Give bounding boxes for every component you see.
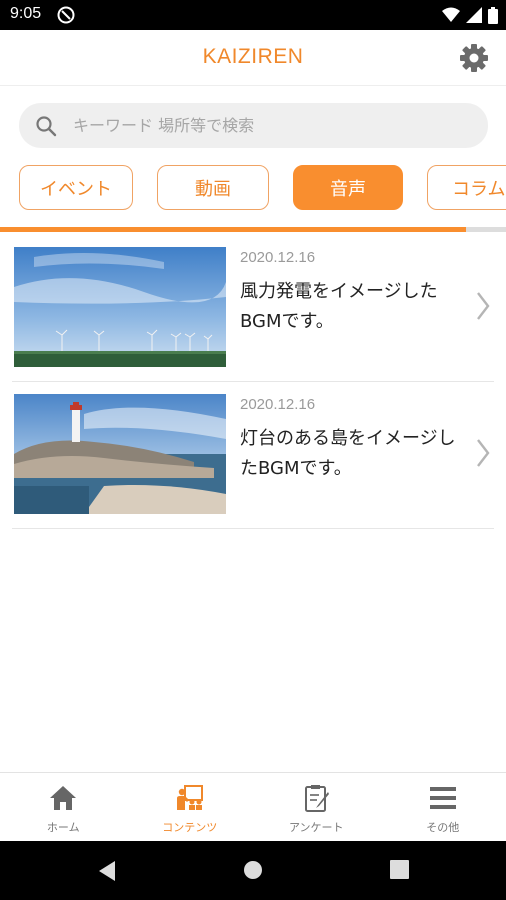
- tab-video[interactable]: 動画: [157, 165, 269, 210]
- app-header: KAIZIREN: [0, 30, 506, 86]
- item-date: 2020.12.16: [240, 396, 316, 413]
- item-description: 風力発電をイメージしたBGMです。: [240, 281, 438, 332]
- tab-column[interactable]: コラム: [427, 165, 506, 210]
- tab-event[interactable]: イベント: [19, 165, 133, 210]
- nav-contents-label: コンテンツ: [162, 821, 218, 834]
- nav-survey[interactable]: アンケート: [253, 773, 380, 841]
- signal-icon: [466, 7, 482, 23]
- search-bar[interactable]: [19, 103, 488, 148]
- system-navigation-bar: [0, 841, 506, 900]
- recents-icon[interactable]: [390, 860, 409, 879]
- gear-icon[interactable]: [458, 42, 490, 74]
- home-circle-icon[interactable]: [243, 860, 263, 880]
- chevron-right-icon: [477, 292, 490, 320]
- wifi-icon: [442, 7, 460, 22]
- status-bar: 9:05: [0, 0, 506, 30]
- category-tabs: イベント 動画 音声 コラム: [0, 165, 506, 211]
- survey-icon: [305, 785, 330, 812]
- home-icon: [50, 786, 77, 810]
- tab-audio[interactable]: 音声: [293, 165, 403, 210]
- bottom-navigation: ホーム コンテンツ アンケート その他: [0, 772, 506, 841]
- back-icon[interactable]: [97, 860, 117, 882]
- lighthouse-thumbnail: [14, 394, 226, 514]
- search-icon: [36, 116, 57, 137]
- nav-other[interactable]: その他: [380, 773, 506, 841]
- wind-turbine-thumbnail: [14, 247, 226, 367]
- tab-scroll-indicator-fill: [0, 227, 466, 232]
- do-not-disturb-icon: [57, 6, 75, 24]
- chevron-right-icon: [477, 439, 490, 467]
- nav-contents[interactable]: コンテンツ: [127, 773, 254, 841]
- search-input[interactable]: [73, 103, 473, 148]
- nav-other-label: その他: [426, 821, 460, 834]
- app-title: KAIZIREN: [202, 45, 304, 68]
- menu-icon: [429, 787, 456, 809]
- content-list: 2020.12.16 風力発電をイメージしたBGMです。 2020.12.16 …: [0, 235, 506, 529]
- contents-icon: [176, 785, 203, 810]
- status-time: 9:05: [10, 5, 42, 22]
- battery-icon: [488, 6, 498, 24]
- nav-home[interactable]: ホーム: [0, 773, 127, 841]
- list-item[interactable]: 2020.12.16 風力発電をイメージしたBGMです。: [12, 235, 494, 382]
- nav-survey-label: アンケート: [288, 821, 344, 834]
- item-description: 灯台のある島をイメージしたBGMです。: [240, 428, 456, 479]
- tab-scroll-indicator: [0, 227, 506, 232]
- list-item[interactable]: 2020.12.16 灯台のある島をイメージしたBGMです。: [12, 382, 494, 529]
- nav-home-label: ホーム: [46, 821, 80, 834]
- item-date: 2020.12.16: [240, 249, 316, 266]
